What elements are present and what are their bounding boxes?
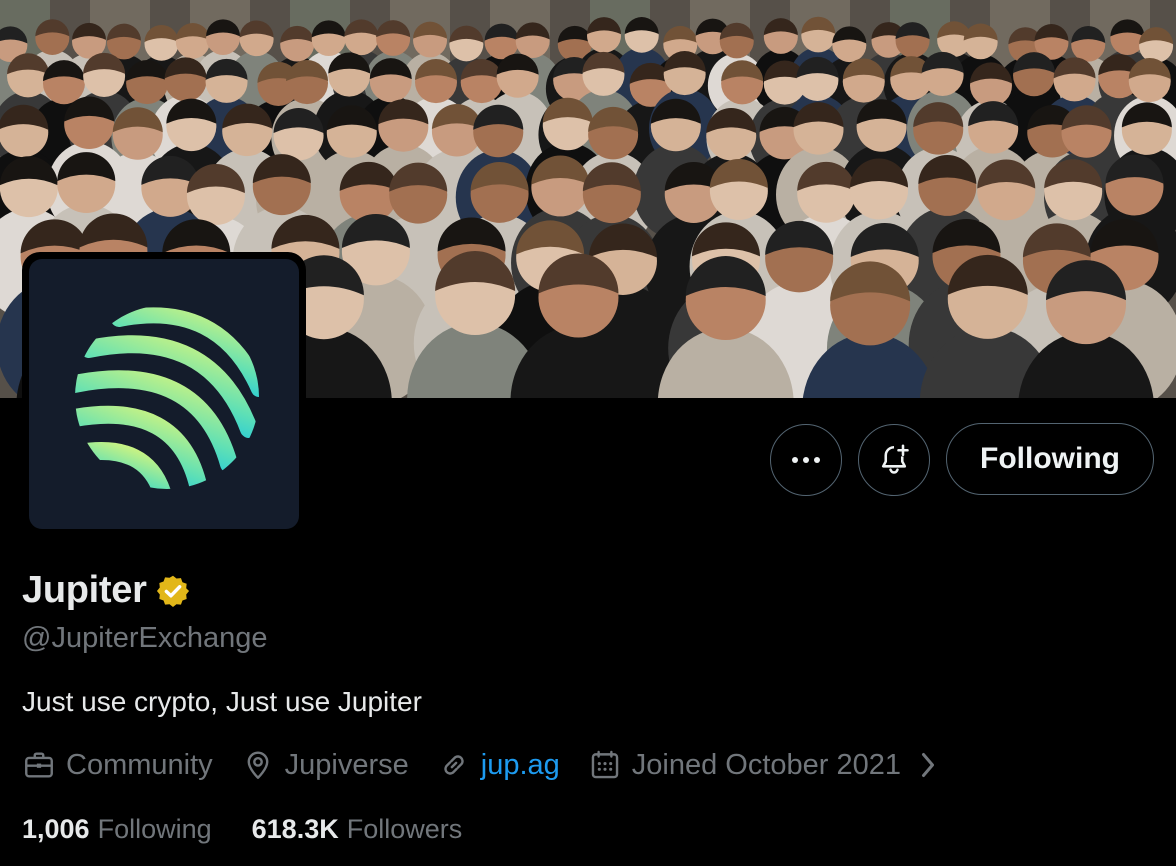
profile-joined[interactable]: Joined October 2021 — [588, 748, 939, 782]
calendar-icon — [591, 750, 619, 779]
chevron-right-icon — [922, 753, 935, 777]
following-button[interactable]: Following — [946, 423, 1154, 495]
profile-bio: Just use crypto, Just use Jupiter — [22, 686, 422, 717]
location-label: Jupiverse — [284, 748, 409, 781]
following-label: Following — [97, 814, 212, 844]
profile-handle: @JupiterExchange — [22, 622, 268, 654]
followers-label: Followers — [346, 814, 463, 844]
gold-verified-badge-icon[interactable] — [155, 573, 191, 609]
following-stat-link[interactable]: 1,006 Following — [22, 814, 212, 845]
location-pin-icon — [247, 751, 269, 779]
profile-avatar[interactable] — [22, 252, 306, 536]
more-options-button[interactable] — [770, 424, 842, 496]
profile-location: Jupiverse — [241, 748, 409, 782]
website-link[interactable]: jup.ag — [481, 749, 560, 782]
briefcase-icon — [25, 752, 53, 778]
category-label: Community — [66, 748, 213, 781]
display-name: Jupiter — [22, 569, 147, 611]
more-horizontal-icon — [792, 457, 820, 463]
profile-website[interactable]: jup.ag — [437, 748, 560, 782]
link-icon — [444, 755, 464, 775]
jupiter-logo-icon — [29, 259, 299, 529]
followers-count: 618.3K — [251, 814, 339, 844]
profile-page: Following Jupiter @JupiterExchange Just … — [0, 0, 1176, 866]
following-count: 1,006 — [22, 814, 90, 844]
joined-label: Joined October 2021 — [631, 748, 902, 781]
profile-stats-row: 1,006 Following 618.3K Followers — [22, 814, 502, 845]
profile-meta-row: Community Jupiverse jup.ag Joined Octobe… — [22, 748, 939, 782]
profile-name-row: Jupiter — [22, 569, 191, 612]
profile-category[interactable]: Community — [22, 748, 213, 782]
bell-plus-icon — [881, 444, 909, 474]
followers-stat-link[interactable]: 618.3K Followers — [252, 814, 463, 845]
notifications-button[interactable] — [858, 424, 930, 496]
